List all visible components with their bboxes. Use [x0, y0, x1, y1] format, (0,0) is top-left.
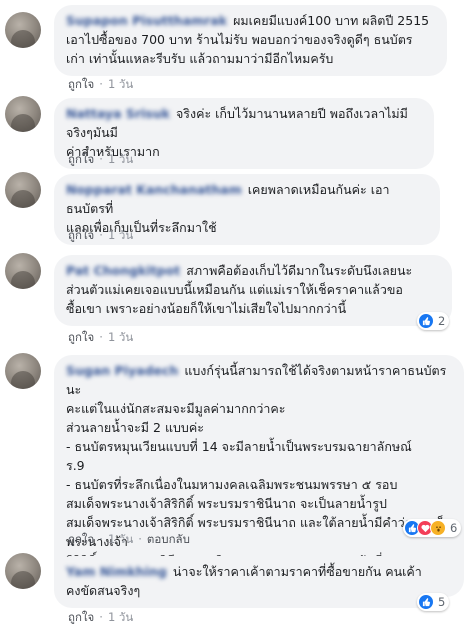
separator: ·: [99, 77, 103, 91]
reaction-count: 5: [438, 595, 446, 609]
comment-timestamp[interactable]: 1 วัน: [108, 77, 133, 91]
comment-author[interactable]: Pat Chongkitpot: [66, 261, 180, 280]
comment-timestamp[interactable]: 1 วัน: [108, 610, 133, 624]
like-button[interactable]: ถูกใจ: [68, 77, 94, 91]
reactions-summary[interactable]: 5: [417, 593, 450, 611]
comment-timestamp[interactable]: 1 วัน: [108, 228, 133, 242]
comment-author[interactable]: Supapon Pisutthamrak: [66, 11, 227, 30]
heart-icon: [420, 524, 430, 532]
comment-text: แบงก์รุ่นนี้สามารถใช้ได้จริงตามหน้าราคาธ…: [66, 363, 451, 587]
avatar[interactable]: [5, 553, 41, 589]
comment-author[interactable]: Yam Nimkhing: [66, 562, 167, 581]
avatar[interactable]: [5, 253, 41, 289]
like-button[interactable]: ถูกใจ: [68, 330, 94, 344]
comment-actions: ถูกใจ · 1 วัน: [68, 609, 133, 627]
reactions-summary[interactable]: 6: [403, 519, 462, 537]
reaction-count: 2: [438, 314, 446, 328]
avatar[interactable]: [5, 353, 41, 389]
comment-actions: ถูกใจ · 1 วัน: [68, 227, 133, 245]
separator: ·: [99, 152, 103, 166]
comment-actions: ถูกใจ · 1 วัน: [68, 329, 133, 347]
wow-face-icon: [435, 525, 441, 532]
comment-bubble: Pat Chongkitpot สภาพคือต้องเก็บไว้ดีมากใน…: [54, 255, 452, 326]
separator: ·: [99, 532, 103, 546]
reply-button[interactable]: ตอบกลับ: [147, 532, 190, 546]
comment-bubble: Yam Nimkhing น่าจะให้ราคาเค้าตามราคาที่ซื…: [54, 556, 436, 608]
wow-reaction-icon: [430, 520, 446, 536]
avatar[interactable]: [5, 96, 41, 132]
like-reaction-icon: [418, 594, 434, 610]
comment-bubble: Supapon Pisutthamrak ผมเคยมีแบงค์100 บาท …: [54, 5, 447, 76]
avatar[interactable]: [5, 172, 41, 208]
like-reaction-icon: [418, 313, 434, 329]
reaction-count: 6: [450, 521, 458, 535]
comment-timestamp[interactable]: 1 วัน: [108, 330, 133, 344]
separator: ·: [99, 228, 103, 242]
separator: ·: [99, 330, 103, 344]
avatar[interactable]: [5, 12, 41, 48]
comment-actions: ถูกใจ · 1 วัน · ตอบกลับ: [68, 531, 190, 549]
comment-author[interactable]: Nattaya Srisuk: [66, 104, 170, 123]
comment-timestamp[interactable]: 1 วัน: [108, 152, 133, 166]
like-button[interactable]: ถูกใจ: [68, 228, 94, 242]
separator: ·: [99, 610, 103, 624]
thumbs-up-icon: [408, 523, 416, 532]
comment-actions: ถูกใจ · 1 วัน: [68, 76, 133, 94]
comment-author[interactable]: Sugan Piyadech: [66, 361, 178, 380]
comment-actions: ถูกใจ · 1 วัน: [68, 151, 133, 169]
like-button[interactable]: ถูกใจ: [68, 610, 94, 624]
like-button[interactable]: ถูกใจ: [68, 532, 94, 546]
like-button[interactable]: ถูกใจ: [68, 152, 94, 166]
comment-timestamp[interactable]: 1 วัน: [108, 532, 133, 546]
comment-author[interactable]: Nopparat Kanchanatham: [66, 180, 242, 199]
separator: ·: [138, 532, 142, 546]
thumbs-up-icon: [422, 597, 430, 606]
reactions-summary[interactable]: 2: [417, 312, 450, 330]
thumbs-up-icon: [422, 316, 430, 325]
